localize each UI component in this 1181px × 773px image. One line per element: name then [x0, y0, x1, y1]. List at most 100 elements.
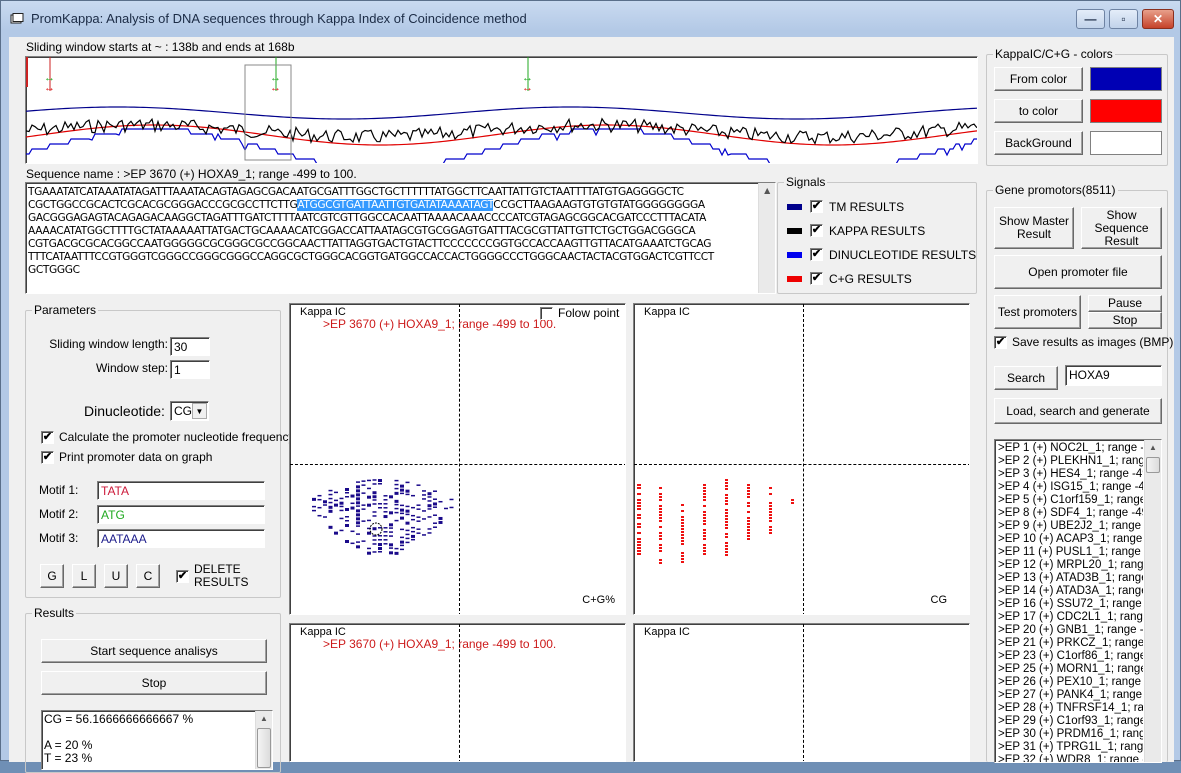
scroll-thumb[interactable]	[1146, 457, 1160, 473]
show-sequence-result-button[interactable]: Show Sequence Result	[1081, 207, 1162, 249]
promoter-list[interactable]: >EP 1 (+) NOC2L_1; range -499 to 100.>EP…	[994, 439, 1162, 763]
scroll-up-icon[interactable]: ▲	[759, 183, 775, 199]
plot-3[interactable]: Kappa IC >EP 3670 (+) HOXA9_1; range -49…	[289, 623, 626, 762]
start-analysis-button[interactable]: Start sequence analisys	[41, 639, 267, 663]
promoter-list-item[interactable]: >EP 17 (+) CDC2L1_1; range -499 to 100.	[995, 611, 1143, 624]
chevron-down-icon[interactable]: ▼	[192, 403, 207, 419]
show-master-result-button[interactable]: Show Master Result	[994, 207, 1074, 249]
promoter-list-item[interactable]: >EP 32 (+) WDR8_1; range -499 to 100.	[995, 754, 1143, 762]
pause-button[interactable]: Pause	[1088, 295, 1162, 312]
signal-checkbox[interactable]: ✔	[810, 224, 823, 237]
scatter-mark	[345, 488, 349, 491]
test-promoters-button[interactable]: Test promoters	[994, 295, 1081, 329]
scatter-mark	[405, 529, 410, 532]
background-color-swatch[interactable]	[1090, 131, 1162, 155]
dinucleotide-select[interactable]: CG ▼	[170, 401, 209, 421]
promoter-list-item[interactable]: >EP 8 (+) SDF4_1; range -499 to 100.	[995, 507, 1143, 520]
signal-checkbox[interactable]: ✔	[810, 248, 823, 261]
promoter-list-item[interactable]: >EP 13 (+) ATAD3B_1; range -499 to 100.	[995, 572, 1143, 585]
scatter-mark	[659, 547, 662, 549]
l-button[interactable]: L	[72, 564, 96, 588]
scatter-mark	[703, 535, 706, 537]
motif-2-input[interactable]: ATG	[97, 505, 265, 524]
promoter-list-item[interactable]: >EP 1 (+) NOC2L_1; range -499 to 100.	[995, 442, 1143, 455]
promoter-list-item[interactable]: >EP 20 (+) GNB1_1; range -499 to 100.	[995, 624, 1143, 637]
promoter-list-item[interactable]: >EP 11 (+) PUSL1_1; range -499 to 100.	[995, 546, 1143, 559]
promoter-list-item[interactable]: >EP 12 (+) MRPL20_1; range -499 to 100.	[995, 559, 1143, 572]
sliding-window-rect[interactable]	[244, 64, 292, 161]
window-step-input[interactable]: 1	[170, 360, 210, 379]
promoter-list-item[interactable]: >EP 30 (+) PRDM16_1; range -499 to 100.	[995, 728, 1143, 741]
results-scrollbar[interactable]: ▲	[255, 711, 272, 769]
promoter-list-item[interactable]: >EP 2 (+) PLEKHN1_1; range -499 to 100.	[995, 455, 1143, 468]
promoter-list-item[interactable]: >EP 9 (+) UBE2J2_1; range -499 to 100.	[995, 520, 1143, 533]
scatter-mark	[339, 529, 344, 532]
plot-4[interactable]: Kappa IC	[633, 623, 970, 762]
delete-results-checkbox[interactable]: ✔	[176, 570, 189, 583]
promoter-list-item[interactable]: >EP 14 (+) ATAD3A_1; range -499 to 100.	[995, 585, 1143, 598]
promoter-list-scrollbar[interactable]: ▲	[1144, 440, 1161, 762]
promoter-list-item[interactable]: >EP 27 (+) PANK4_1; range -499 to 100.	[995, 689, 1143, 702]
results-output[interactable]: CG = 56.1666666666667 % A = 20 % T = 23 % …	[41, 710, 273, 770]
marker-arrow-icon: ↔	[522, 82, 533, 94]
promoter-list-item[interactable]: >EP 5 (+) C1orf159_1; range -499 to 100.	[995, 494, 1143, 507]
promoter-list-item[interactable]: >EP 26 (+) PEX10_1; range -499 to 100.	[995, 676, 1143, 689]
signal-checkbox[interactable]: ✔	[810, 200, 823, 213]
stop-test-button[interactable]: Stop	[1088, 312, 1162, 329]
sliding-window-label: Sliding window starts at ~ : 138b and en…	[26, 40, 295, 54]
minimize-button[interactable]: —	[1076, 9, 1105, 29]
scatter-mark	[416, 532, 421, 534]
promoter-list-item[interactable]: >EP 4 (+) ISG15_1; range -499 to 100.	[995, 481, 1143, 494]
search-button[interactable]: Search	[994, 366, 1058, 390]
scatter-mark	[433, 506, 437, 508]
from-color-button[interactable]: From color	[994, 67, 1083, 91]
signal-checkbox[interactable]: ✔	[810, 272, 823, 285]
promoter-list-item[interactable]: >EP 3 (+) HES4_1; range -499 to 100.	[995, 468, 1143, 481]
stop-analysis-button[interactable]: Stop	[41, 671, 267, 695]
motif-3-input[interactable]: AATAAA	[97, 529, 265, 548]
save-bmp-checkbox[interactable]: ✔	[994, 336, 1007, 349]
plot-cg[interactable]: Kappa IC CG	[633, 303, 970, 615]
scatter-mark	[389, 547, 393, 549]
sequence-scrollbar[interactable]: ▲	[758, 183, 775, 293]
sliding-window-length-input[interactable]: 30	[170, 337, 210, 356]
c-button[interactable]: C	[136, 564, 160, 588]
u-button[interactable]: U	[104, 564, 128, 588]
promoter-list-item[interactable]: >EP 21 (+) PRKCZ_1; range -499 to 100.	[995, 637, 1143, 650]
motif-1-input[interactable]: TATA	[97, 481, 265, 500]
scatter-mark	[703, 532, 706, 534]
open-promoter-file-button[interactable]: Open promoter file	[994, 255, 1162, 289]
promoter-list-item[interactable]: >EP 23 (+) C1orf86_1; range -499 to 100.	[995, 650, 1143, 663]
scatter-mark	[637, 487, 641, 489]
scatter-mark	[328, 509, 333, 513]
scroll-up-icon[interactable]: ▲	[1145, 440, 1161, 456]
promoter-list-item[interactable]: >EP 10 (+) ACAP3_1; range -499 to 100.	[995, 533, 1143, 546]
scatter-mark	[372, 495, 377, 499]
scatter-mark	[769, 508, 772, 510]
close-button[interactable]: ✕	[1142, 9, 1174, 29]
load-search-generate-button[interactable]: Load, search and generate	[994, 398, 1162, 424]
promoter-list-item[interactable]: >EP 28 (+) TNFRSF14_1; range -499 to 100…	[995, 702, 1143, 715]
promoter-list-item[interactable]: >EP 29 (+) C1orf93_1; range -499 to 100.	[995, 715, 1143, 728]
promoter-list-item[interactable]: >EP 16 (+) SSU72_1; range -499 to 100.	[995, 598, 1143, 611]
calc-freq-checkbox[interactable]: ✔	[41, 431, 54, 444]
to-color-button[interactable]: to color	[994, 99, 1083, 123]
print-data-checkbox[interactable]: ✔	[41, 451, 54, 464]
from-color-swatch[interactable]	[1090, 67, 1162, 91]
scatter-mark	[703, 553, 706, 555]
scatter-mark	[681, 522, 684, 524]
maximize-button[interactable]: ▫	[1109, 9, 1138, 29]
signal-plot[interactable]: ↔ ↔ ↔ ↔ ↔ ↔	[25, 56, 978, 164]
background-color-button[interactable]: BackGround	[994, 131, 1083, 155]
sequence-textarea[interactable]: TGAAATATCATAAATATAGATTTAAATACAGTAGAGCGAC…	[25, 182, 776, 294]
promoter-list-item[interactable]: >EP 25 (+) MORN1_1; range -499 to 100.	[995, 663, 1143, 676]
scatter-mark	[637, 544, 641, 546]
scroll-thumb[interactable]	[257, 728, 271, 768]
g-button[interactable]: G	[40, 564, 64, 588]
result-line: T = 23 %	[44, 751, 93, 765]
search-input[interactable]: HOXA9	[1065, 365, 1162, 386]
promoter-list-item[interactable]: >EP 31 (+) TPRG1L_1; range -499 to 100.	[995, 741, 1143, 754]
plot-cg-percent[interactable]: Kappa IC >EP 3670 (+) HOXA9_1; range -49…	[289, 303, 626, 615]
scroll-up-icon[interactable]: ▲	[256, 711, 272, 727]
to-color-swatch[interactable]	[1090, 99, 1162, 123]
